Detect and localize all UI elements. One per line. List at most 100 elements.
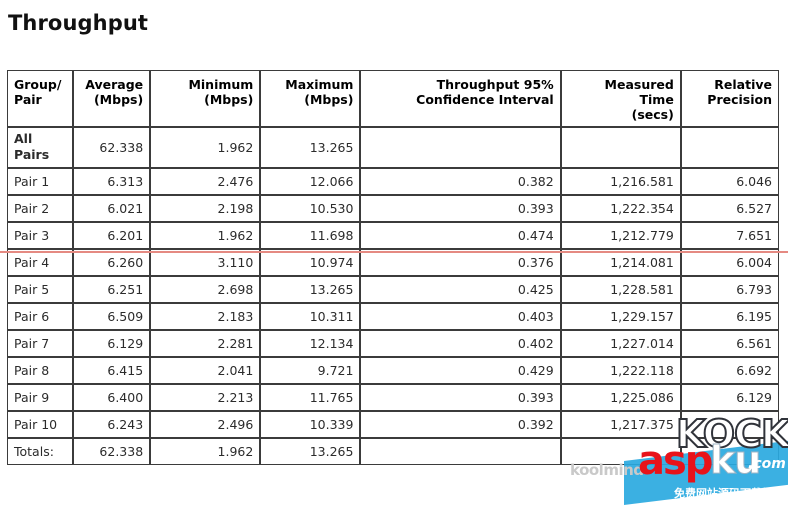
column-header-line1: Measured Time: [604, 77, 674, 107]
cell-min: 2.476: [150, 168, 261, 195]
cell-max: 13.265: [260, 127, 361, 168]
cell-group: Pair 4: [7, 249, 74, 276]
watermark-chinese-text: 免费网站源码下载站: [674, 487, 773, 500]
cell-avg: 6.509: [73, 303, 151, 330]
column-header-line1: Maximum: [285, 77, 354, 92]
cell-prec: 6.692: [680, 357, 779, 384]
column-header-line2: (Mbps): [304, 92, 354, 107]
cell-prec: 7.651: [680, 222, 779, 249]
cell-ci: 0.376: [360, 249, 561, 276]
cell-avg: 6.021: [73, 195, 151, 222]
cell-ci: 0.402: [360, 330, 561, 357]
cell-ci: 0.474: [360, 222, 561, 249]
table-row[interactable]: Pair 10 6.243 2.496 10.339 0.392 1,217.375: [7, 411, 779, 438]
cell-min: 2.698: [150, 276, 261, 303]
column-header-line1: Minimum: [188, 77, 254, 92]
table-row[interactable]: Totals: 62.338 1.962 13.265: [7, 438, 779, 465]
cell-group: Totals:: [7, 438, 74, 465]
table-row[interactable]: Pair 5 6.251 2.698 13.265 0.425 1,228.581 6.79…: [7, 276, 779, 303]
cell-max: 10.530: [260, 195, 361, 222]
cell-time: 1,217.375: [560, 411, 681, 438]
cell-group: All Pairs: [7, 127, 74, 168]
column-header-line2: Pair: [14, 92, 42, 107]
cell-max: 12.134: [260, 330, 361, 357]
cell-group-line1: All: [14, 131, 33, 146]
column-header-time[interactable]: Measured Time (secs): [560, 70, 681, 127]
cell-max: 11.765: [260, 384, 361, 411]
column-header-ci[interactable]: Throughput 95% Confidence Interval: [360, 70, 561, 127]
cell-ci: 0.382: [360, 168, 561, 195]
cell-min: 2.281: [150, 330, 261, 357]
cell-prec: 6.129: [680, 384, 779, 411]
cell-group: Pair 9: [7, 384, 74, 411]
cell-time: [560, 127, 681, 168]
cell-max: 13.265: [260, 438, 361, 465]
cell-avg: 6.400: [73, 384, 151, 411]
cell-max: 13.265: [260, 276, 361, 303]
column-header-group[interactable]: Group/Pair: [7, 70, 74, 127]
cell-time: [560, 438, 681, 465]
watermark-koolmind-text: koolmind: [570, 461, 644, 479]
column-header-min[interactable]: Minimum (Mbps): [150, 70, 261, 127]
cell-ci: 0.403: [360, 303, 561, 330]
table-row[interactable]: Pair 1 6.313 2.476 12.066 0.382 1,216.581 6.04…: [7, 168, 779, 195]
cell-time: 1,222.118: [560, 357, 681, 384]
cell-max: 12.066: [260, 168, 361, 195]
cell-min: 3.110: [150, 249, 261, 276]
cell-group: Pair 3: [7, 222, 74, 249]
table-row[interactable]: Pair 9 6.400 2.213 11.765 0.393 1,225.086 6.12…: [7, 384, 779, 411]
cell-prec: [680, 127, 779, 168]
cell-min: 2.496: [150, 411, 261, 438]
cell-max: 10.339: [260, 411, 361, 438]
table-row[interactable]: Pair 4 6.260 3.110 10.974 0.376 1,214.081 6.00…: [7, 249, 779, 276]
table-header: Group/Pair Average (Mbps) Minimum (Mbps) Maxi…: [7, 70, 779, 127]
table-row[interactable]: Pair 6 6.509 2.183 10.311 0.403 1,229.157 6.19…: [7, 303, 779, 330]
table-row[interactable]: All Pairs 62.338 1.962 13.265: [7, 127, 779, 168]
cell-min: 2.198: [150, 195, 261, 222]
cell-time: 1,229.157: [560, 303, 681, 330]
cell-time: 1,216.581: [560, 168, 681, 195]
cell-time: 1,212.779: [560, 222, 681, 249]
column-header-line2: (secs): [631, 107, 674, 122]
cell-group: Pair 1: [7, 168, 74, 195]
column-header-prec[interactable]: Relative Precision: [680, 70, 779, 127]
column-header-line1: Average: [85, 77, 144, 92]
cell-prec: 6.046: [680, 168, 779, 195]
column-header-max[interactable]: Maximum (Mbps): [260, 70, 361, 127]
throughput-results-table: Group/Pair Average (Mbps) Minimum (Mbps) Maxi…: [7, 70, 779, 465]
cell-max: 9.721: [260, 357, 361, 384]
column-header-line2: Confidence Interval: [416, 92, 554, 107]
cell-ci: 0.392: [360, 411, 561, 438]
cell-max: 10.311: [260, 303, 361, 330]
table-row[interactable]: Pair 3 6.201 1.962 11.698 0.474 1,212.779 7.65…: [7, 222, 779, 249]
cell-min: 1.962: [150, 127, 261, 168]
table-header-row: Group/Pair Average (Mbps) Minimum (Mbps) Maxi…: [7, 70, 779, 127]
cell-ci: 0.393: [360, 195, 561, 222]
red-highlight-rule: [0, 251, 788, 253]
column-header-avg[interactable]: Average (Mbps): [73, 70, 151, 127]
table-row[interactable]: Pair 7 6.129 2.281 12.134 0.402 1,227.014 6.56…: [7, 330, 779, 357]
cell-min: 1.962: [150, 438, 261, 465]
cell-min: 2.041: [150, 357, 261, 384]
cell-prec: 6.527: [680, 195, 779, 222]
column-header-line1: Throughput 95%: [436, 77, 554, 92]
cell-prec: [680, 438, 779, 465]
cell-ci: 0.425: [360, 276, 561, 303]
table-row[interactable]: Pair 2 6.021 2.198 10.530 0.393 1,222.354 6.52…: [7, 195, 779, 222]
cell-prec: 6.195: [680, 303, 779, 330]
cell-ci: 0.429: [360, 357, 561, 384]
column-header-line2: Precision: [707, 92, 772, 107]
cell-avg: 6.251: [73, 276, 151, 303]
cell-prec: 6.793: [680, 276, 779, 303]
cell-group: Pair 6: [7, 303, 74, 330]
cell-avg: 6.243: [73, 411, 151, 438]
cell-group-line2: Pairs: [14, 147, 50, 162]
table-body: All Pairs 62.338 1.962 13.265 Pair 1 6.313 2.47…: [7, 127, 779, 465]
cell-group: Pair 2: [7, 195, 74, 222]
column-header-line2: (Mbps): [93, 92, 144, 107]
table-row[interactable]: Pair 8 6.415 2.041 9.721 0.429 1,222.118 6.692: [7, 357, 779, 384]
cell-avg: 6.313: [73, 168, 151, 195]
cell-avg: 62.338: [73, 438, 151, 465]
cell-min: 2.183: [150, 303, 261, 330]
cell-group: Pair 7: [7, 330, 74, 357]
